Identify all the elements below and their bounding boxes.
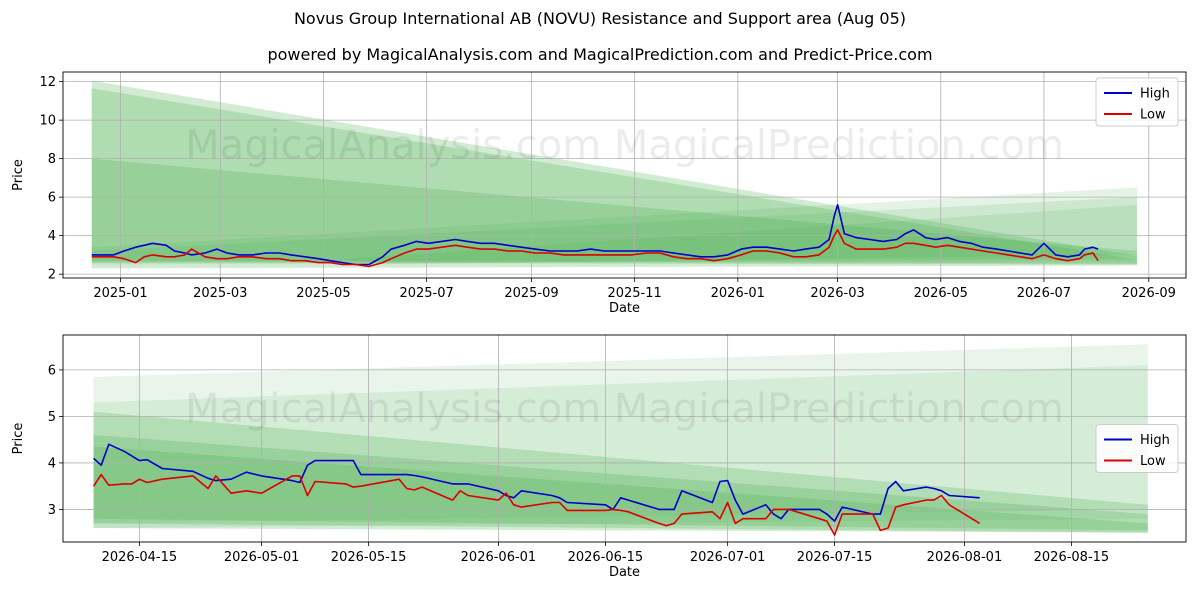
legend-box (1095, 424, 1179, 473)
x-tick-label: 2026-06-01 (461, 550, 537, 565)
y-tick-label: 10 (39, 114, 56, 129)
y-axis-label: Price (11, 423, 26, 455)
y-tick-label: 12 (39, 75, 56, 90)
x-tick-label: 2026-05-01 (224, 550, 300, 565)
x-axis-label: Date (609, 301, 640, 316)
x-tick-label: 2025-09 (504, 286, 558, 301)
x-tick-label: 2025-05 (296, 286, 350, 301)
y-tick-label: 6 (48, 191, 56, 206)
chart-1: 2025-01 2025-03 2025-05 2025-07 2025-09 2025-… (11, 71, 1187, 316)
x-tick-label: 2025-01 (93, 286, 147, 301)
y-tick-label: 6 (48, 363, 56, 378)
band-group (91, 80, 1137, 269)
x-tick-label: 2026-07-01 (690, 550, 766, 565)
legend-box (1095, 77, 1179, 127)
x-tick-label: 2026-05-15 (331, 550, 407, 565)
legend-label-high: High (1140, 433, 1170, 448)
x-tick-label: 2026-07-15 (797, 550, 873, 565)
x-tick-label: 2025-07 (399, 286, 453, 301)
x-tick-label: 2025-03 (193, 286, 247, 301)
y-tick-label: 4 (48, 456, 56, 471)
y-axis-label: Price (11, 159, 26, 191)
x-tick-label: 2026-05 (914, 286, 968, 301)
x-axis-label: Date (609, 565, 640, 580)
watermark-text: MagicalAnalysis.com MagicalPrediction.co… (185, 123, 1064, 169)
x-tick-label: 2026-06-15 (568, 550, 644, 565)
x-tick-label: 2026-03 (810, 286, 864, 301)
legend-label-low: Low (1140, 454, 1166, 469)
y-tick-label: 8 (48, 152, 56, 167)
x-tick-label: 2026-09 (1122, 286, 1176, 301)
y-tick-label: 2 (48, 268, 56, 283)
band-group (93, 344, 1148, 533)
charts-canvas: 2025-01 2025-03 2025-05 2025-07 2025-09 2025-… (11, 71, 1187, 580)
legend-label-low: Low (1140, 108, 1166, 123)
y-tick-label: 4 (48, 229, 56, 244)
x-tick-label: 2026-01 (711, 286, 765, 301)
y-tick-label: 3 (48, 503, 56, 518)
x-tick-label: 2026-04-15 (102, 550, 178, 565)
legend-label-high: High (1140, 87, 1170, 102)
legend: High Low (1095, 77, 1179, 127)
y-tick-label: 5 (48, 410, 56, 425)
x-tick-label: 2026-08-01 (927, 550, 1003, 565)
x-tick-label: 2026-07 (1017, 286, 1071, 301)
x-tick-label: 2026-08-15 (1034, 550, 1110, 565)
chart-2: 2026-04-15 2026-05-01 2026-05-15 2026-06-01… (11, 334, 1187, 580)
x-tick-label: 2025-11 (607, 286, 661, 301)
legend: High Low (1095, 424, 1179, 473)
watermark-text: MagicalAnalysis.com MagicalPrediction.co… (185, 386, 1064, 432)
